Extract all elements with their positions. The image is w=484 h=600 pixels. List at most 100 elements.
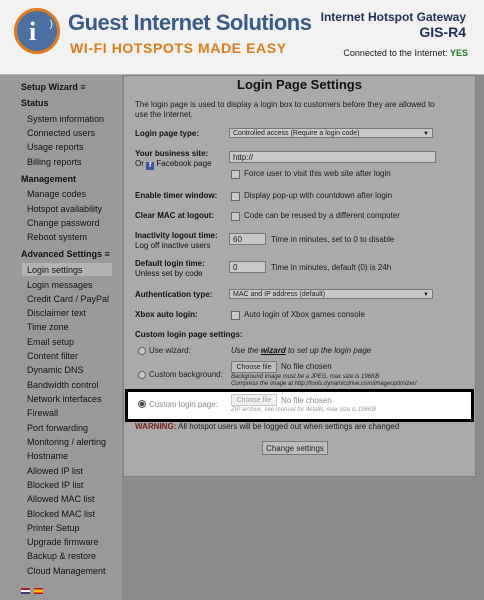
auth-type-value: MAC and IP address (default) (233, 291, 326, 298)
sidebar-item-system-information[interactable]: System information (27, 114, 104, 124)
product-name: Internet Hotspot Gateway (320, 10, 466, 24)
business-site-label: Your business site: (135, 149, 209, 158)
logo: i ) (14, 8, 60, 54)
sidebar-item-reboot-system[interactable]: Reboot system (27, 232, 87, 242)
or-text: Or (135, 159, 144, 168)
auth-type-label: Authentication type: (135, 290, 213, 299)
force-visit-checkbox[interactable] (231, 170, 240, 179)
brand-tagline: WI-FI HOTSPOTS MADE EASY (70, 40, 287, 56)
sidebar-head-advanced[interactable]: Advanced Settings ≡ (21, 249, 110, 259)
sidebar-item-email-setup[interactable]: Email setup (27, 337, 74, 347)
sidebar-item-usage-reports[interactable]: Usage reports (27, 142, 84, 152)
auth-type-select[interactable]: MAC and IP address (default) ▼ (229, 289, 433, 299)
sidebar-item-dynamic-dns[interactable]: Dynamic DNS (27, 365, 84, 375)
sidebar-item-network-interfaces[interactable]: Network interfaces (27, 394, 102, 404)
login-page-type-value: Controlled access (Require a login code) (233, 130, 360, 137)
sidebar-item-login-settings[interactable]: Login settings (27, 265, 83, 275)
sidebar-item-cloud-management[interactable]: Cloud Management (27, 566, 106, 576)
inactivity-desc: Time in minutes, set to 0 to disable (271, 235, 395, 244)
connection-value: YES (449, 48, 468, 58)
inactivity-input[interactable]: 60 (229, 233, 266, 245)
facebook-icon: f (146, 162, 155, 170)
default-login-input[interactable]: 0 (229, 261, 266, 273)
connection-label: Connected to the Internet: (343, 48, 448, 58)
chevron-down-icon: ▼ (423, 292, 429, 298)
custom-login-page-radio[interactable] (138, 400, 146, 408)
sidebar-item-port-forwarding[interactable]: Port forwarding (27, 423, 88, 433)
default-login-desc: Time in minutes, default (0) is 24h (271, 263, 392, 272)
timer-window-checkbox[interactable] (231, 192, 240, 201)
background-choose-file-button[interactable]: Choose file (231, 361, 277, 373)
clear-mac-checkbox[interactable] (231, 212, 240, 221)
xbox-desc: Auto login of Xbox games console (244, 310, 365, 319)
logo-letter: i (29, 17, 37, 46)
use-wizard-radio[interactable] (138, 347, 146, 355)
sidebar-item-hostname[interactable]: Hostname (27, 451, 68, 461)
sidebar-item-credit-card[interactable]: Credit Card / PayPal (27, 294, 109, 304)
sidebar-item-manage-codes[interactable]: Manage codes (27, 189, 86, 199)
timer-window-label: Enable timer window: (135, 191, 218, 200)
custom-background-radio[interactable] (138, 371, 146, 379)
login-page-type-select[interactable]: Controlled access (Require a login code)… (229, 128, 433, 138)
sidebar-item-allowed-ip[interactable]: Allowed IP list (27, 466, 83, 476)
facebook-text: Facebook page (156, 159, 212, 168)
sidebar-item-backup-restore[interactable]: Backup & restore (27, 551, 96, 561)
inactivity-label: Inactivity logout time: (135, 231, 218, 240)
change-settings-button[interactable]: Change settings (262, 441, 328, 455)
sidebar-item-blocked-ip[interactable]: Blocked IP list (27, 480, 83, 490)
clear-mac-label: Clear MAC at logout: (135, 211, 215, 220)
connection-status: Connected to the Internet: YES (343, 48, 468, 58)
sidebar-item-login-messages[interactable]: Login messages (27, 280, 93, 290)
custom-background-label: Custom background: (149, 370, 223, 379)
default-login-label: Default login time: (135, 259, 205, 268)
sidebar-item-hotspot-availability[interactable]: Hotspot availability (27, 204, 102, 214)
custom-page-no-file-text: No file chosen (281, 396, 332, 405)
setup-wizard-link[interactable]: Setup Wizard ≡ (21, 82, 86, 92)
background-note-1: Background image must be a JPEG, max siz… (231, 374, 380, 380)
sidebar-item-disclaimer[interactable]: Disclaimer text (27, 308, 86, 318)
sidebar-item-content-filter[interactable]: Content filter (27, 351, 78, 361)
sidebar-item-firewall[interactable]: Firewall (27, 408, 58, 418)
custom-login-page-label: Custom login page: (149, 400, 218, 409)
use-wizard-label: Use wizard: (149, 346, 191, 355)
sidebar-item-blocked-mac[interactable]: Blocked MAC list (27, 509, 95, 519)
sidebar-item-upgrade-firmware[interactable]: Upgrade firmware (27, 537, 99, 547)
sidebar-item-bandwidth[interactable]: Bandwidth control (27, 380, 99, 390)
login-page-type-label: Login page type: (135, 129, 199, 138)
sidebar-head-status: Status (21, 98, 49, 108)
spanish-flag-icon[interactable] (34, 588, 43, 594)
brand-name: Guest Internet Solutions (68, 10, 312, 35)
timer-window-desc: Display pop-up with countdown after logi… (244, 191, 393, 200)
custom-page-choose-file-button[interactable]: Choose file (231, 394, 277, 406)
model-name: GIS-R4 (419, 24, 466, 40)
force-visit-label: Force user to visit this web site after … (244, 169, 391, 178)
xbox-label: Xbox auto login: (135, 310, 198, 319)
sidebar-head-management: Management (21, 174, 77, 184)
warning-text: All hotspot users will be logged out whe… (178, 422, 400, 431)
sidebar-item-time-zone[interactable]: Time zone (27, 322, 69, 332)
facebook-page-label: Or f Facebook page (135, 159, 212, 170)
business-site-input[interactable]: http:// (229, 151, 436, 163)
sidebar-item-allowed-mac[interactable]: Allowed MAC list (27, 494, 95, 504)
intro-text-line1: The login page is used to display a logi… (135, 100, 435, 109)
background-note-2: Compress the image at http://tools.dynam… (231, 381, 417, 387)
sidebar-item-printer-setup[interactable]: Printer Setup (27, 523, 80, 533)
custom-page-note: ZIP archive, see manual for details, max… (231, 407, 376, 413)
xbox-checkbox[interactable] (231, 311, 240, 320)
sidebar-item-billing-reports[interactable]: Billing reports (27, 157, 82, 167)
default-login-sublabel: Unless set by code (135, 269, 203, 278)
header: i ) Guest Internet Solutions WI-FI HOTSP… (0, 0, 484, 75)
sidebar-item-connected-users[interactable]: Connected users (27, 128, 95, 138)
background-no-file-text: No file chosen (281, 362, 332, 371)
english-flag-icon[interactable] (21, 588, 30, 594)
sidebar-item-monitoring[interactable]: Monitoring / alerting (27, 437, 106, 447)
use-wizard-desc: Use the wizard to set up the login page (231, 346, 371, 355)
warning-message: WARNING: All hotspot users will be logge… (135, 422, 399, 431)
wizard-link[interactable]: wizard (261, 346, 286, 355)
intro-text-line2: use the Internet. (135, 110, 193, 119)
custom-settings-label: Custom login page settings: (135, 330, 243, 339)
sidebar-item-change-password[interactable]: Change password (27, 218, 100, 228)
use-wizard-post: to set up the login page (287, 346, 372, 355)
wifi-icon: ) (49, 19, 53, 30)
inactivity-sublabel: Log off inactive users (135, 241, 211, 250)
